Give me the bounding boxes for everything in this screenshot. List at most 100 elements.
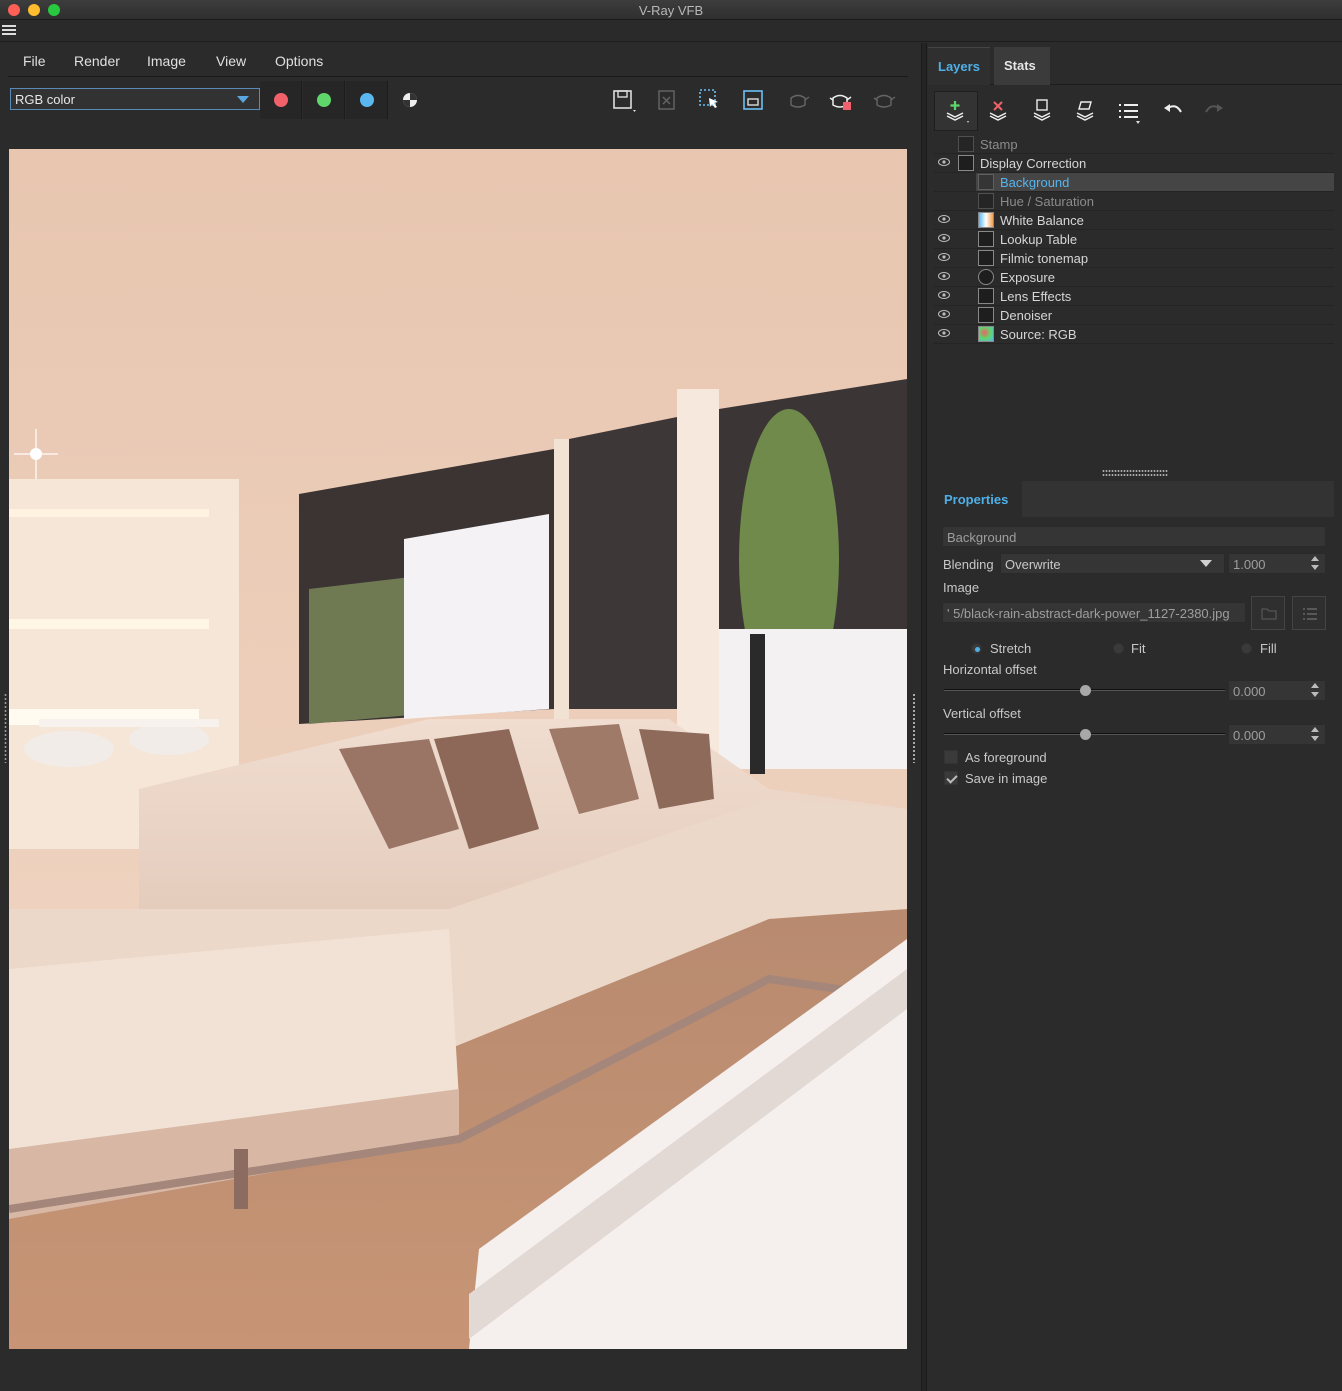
lut-icon — [978, 231, 994, 247]
menu-options[interactable]: Options — [275, 53, 323, 69]
menu-view[interactable]: View — [216, 53, 246, 69]
eye-icon[interactable] — [938, 310, 950, 318]
layer-display-correction[interactable]: Display Correction — [934, 154, 1334, 173]
denoiser-icon — [978, 307, 994, 323]
layer-hue-saturation[interactable]: Hue / Saturation — [934, 192, 1334, 211]
alpha-channel-icon[interactable] — [397, 87, 423, 113]
menu-bar: File Render Image View Options — [8, 43, 908, 77]
layer-label: Hue / Saturation — [1000, 194, 1094, 209]
layer-name-value: Background — [947, 530, 1017, 545]
stop-render-icon[interactable] — [828, 87, 854, 113]
left-splitter-grip[interactable] — [4, 693, 7, 763]
horizontal-offset-spinner[interactable]: 0.000 — [1228, 680, 1326, 701]
layer-denoiser[interactable]: Denoiser — [934, 306, 1334, 325]
undo-icon[interactable] — [1159, 97, 1187, 125]
save-image-icon[interactable] — [610, 87, 636, 113]
menu-render[interactable]: Render — [74, 53, 120, 69]
menu-file[interactable]: File — [23, 53, 46, 69]
horizontal-offset-label: Horizontal offset — [943, 662, 1037, 677]
layer-label: Denoiser — [1000, 308, 1053, 323]
save-in-image-checkbox[interactable] — [944, 771, 958, 785]
eye-icon[interactable] — [938, 272, 950, 280]
interactive-render-icon[interactable] — [871, 87, 897, 113]
tab-properties[interactable]: Properties — [934, 481, 1022, 517]
layer-background[interactable]: Background — [934, 173, 1334, 192]
spinner-arrows-icon[interactable] — [1311, 556, 1319, 570]
render-teapot-icon[interactable] — [785, 87, 811, 113]
lens-effects-icon — [978, 288, 994, 304]
fit-label: Fit — [1131, 641, 1146, 656]
save-layers-icon[interactable] — [1028, 97, 1056, 125]
tab-layers[interactable]: Layers — [928, 47, 990, 85]
layer-label: Background — [1000, 175, 1070, 190]
eye-icon[interactable] — [938, 253, 950, 261]
eye-icon[interactable] — [938, 158, 950, 166]
chevron-down-icon — [1200, 560, 1212, 567]
folder-icon — [1261, 608, 1277, 620]
red-dot-icon — [274, 93, 288, 107]
as-foreground-label: As foreground — [965, 750, 1047, 765]
add-layer-button[interactable] — [934, 91, 978, 131]
filmic-icon — [978, 250, 994, 266]
spinner-arrows-icon[interactable] — [1311, 683, 1319, 697]
chevron-down-icon — [237, 96, 249, 103]
delete-layer-icon[interactable] — [984, 97, 1012, 125]
eye-icon[interactable] — [938, 329, 950, 337]
layer-label: Lens Effects — [1000, 289, 1072, 304]
image-options-button[interactable] — [1292, 596, 1326, 630]
layer-list-icon[interactable] — [1114, 97, 1142, 125]
blending-mode-value: Overwrite — [1005, 557, 1061, 572]
vertical-offset-label: Vertical offset — [943, 706, 1021, 721]
channel-select[interactable]: RGB color — [10, 88, 260, 110]
region-render-icon[interactable] — [697, 87, 723, 113]
compare-icon[interactable] — [740, 87, 766, 113]
as-foreground-checkbox[interactable] — [944, 750, 958, 764]
window-title: V-Ray VFB — [638, 3, 704, 18]
tab-stats[interactable]: Stats — [994, 47, 1050, 85]
spinner-arrows-icon[interactable] — [1311, 727, 1319, 741]
eye-icon[interactable] — [938, 215, 950, 223]
add-layer-icon — [946, 101, 969, 123]
blue-channel-button[interactable] — [346, 81, 388, 119]
properties-splitter-grip[interactable] — [1102, 469, 1168, 477]
layer-filmic-tonemap[interactable]: Filmic tonemap — [934, 249, 1334, 268]
blending-amount-value: 1.000 — [1233, 557, 1266, 572]
menu-image[interactable]: Image — [147, 53, 186, 69]
vertical-offset-knob[interactable] — [1079, 729, 1091, 740]
red-channel-button[interactable] — [260, 81, 302, 119]
pane-divider[interactable] — [921, 43, 927, 1391]
rendered-image[interactable] — [9, 149, 907, 1349]
layer-label: Exposure — [1000, 270, 1055, 285]
horizontal-offset-value: 0.000 — [1233, 684, 1266, 699]
blending-amount-spinner[interactable]: 1.000 — [1228, 553, 1326, 574]
curve-icon — [958, 155, 974, 171]
fit-radio[interactable] — [1113, 643, 1124, 654]
layer-exposure[interactable]: Exposure — [934, 268, 1334, 287]
layer-name-field[interactable]: Background — [942, 526, 1326, 547]
redo-icon[interactable] — [1200, 97, 1228, 125]
load-layers-icon[interactable] — [1071, 97, 1099, 125]
layer-lens-effects[interactable]: Lens Effects — [934, 287, 1334, 306]
fill-radio[interactable] — [1241, 643, 1252, 654]
green-channel-button[interactable] — [303, 81, 345, 119]
layer-source-rgb[interactable]: Source: RGB — [934, 325, 1334, 344]
eye-icon[interactable] — [938, 291, 950, 299]
vertical-offset-spinner[interactable]: 0.000 — [1228, 724, 1326, 745]
layer-lookup-table[interactable]: Lookup Table — [934, 230, 1334, 249]
blending-mode-select[interactable]: Overwrite — [1000, 553, 1225, 574]
clear-image-icon[interactable] — [654, 87, 680, 113]
image-path-field[interactable]: ' 5/black-rain-abstract-dark-power_1127-… — [942, 602, 1246, 623]
stretch-radio[interactable] — [971, 643, 982, 654]
browse-image-button[interactable] — [1251, 596, 1285, 630]
eye-icon[interactable] — [938, 234, 950, 242]
image-path-value: ' 5/black-rain-abstract-dark-power_1127-… — [947, 606, 1230, 621]
layer-white-balance[interactable]: White Balance — [934, 211, 1334, 230]
layer-label: White Balance — [1000, 213, 1084, 228]
exposure-icon — [978, 269, 994, 285]
layer-stamp[interactable]: Stamp — [934, 135, 1334, 154]
horizontal-offset-knob[interactable] — [1079, 685, 1091, 696]
right-splitter-grip[interactable] — [912, 693, 916, 763]
top-strip — [0, 20, 1342, 42]
hamburger-menu-icon[interactable] — [2, 25, 16, 36]
fill-label: Fill — [1260, 641, 1277, 656]
